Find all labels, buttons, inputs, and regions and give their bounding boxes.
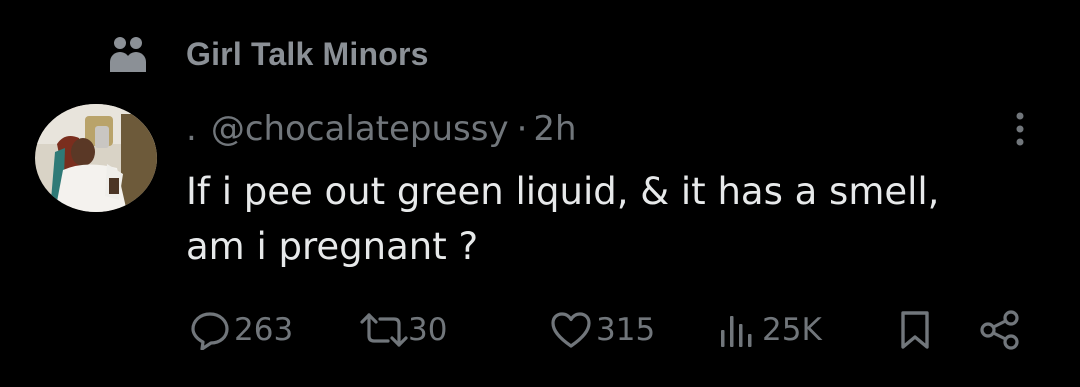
bookmark-button[interactable] [898,306,932,354]
user-handle[interactable]: @chocalatepussy [211,109,509,149]
reply-count: 263 [234,312,294,348]
repost-button[interactable]: 30 [358,306,447,354]
more-vertical-icon [1015,111,1025,151]
like-count: 315 [596,312,656,348]
view-count: 25K [762,312,822,348]
tweet-text-line: am i pregnant ? [186,225,479,268]
tweet-header: . @chocalatepussy · 2h [186,106,577,152]
share-button[interactable] [978,306,1022,354]
repost-icon [358,310,410,350]
tweet-text-line: If i pee out green liquid, & it has a sm… [186,170,940,213]
display-name[interactable]: . [186,109,197,149]
tweet-text: If i pee out green liquid, & it has a sm… [186,164,1046,274]
community-name[interactable]: Girl Talk Minors [186,36,429,73]
views-button[interactable]: 25K [718,306,822,354]
community-people-icon [108,30,156,78]
like-button[interactable]: 315 [550,306,655,354]
header-separator: · [516,109,528,149]
reply-icon [190,310,230,350]
views-bar-chart-icon [718,310,758,350]
share-icon [978,309,1022,351]
avatar[interactable] [35,104,157,212]
timestamp[interactable]: 2h [533,109,576,149]
bookmark-icon [898,309,932,351]
community-context[interactable]: Girl Talk Minors [108,30,429,78]
reply-button[interactable]: 263 [190,306,293,354]
repost-count: 30 [408,312,448,348]
more-options-button[interactable] [1000,108,1040,154]
heart-icon [550,310,592,350]
